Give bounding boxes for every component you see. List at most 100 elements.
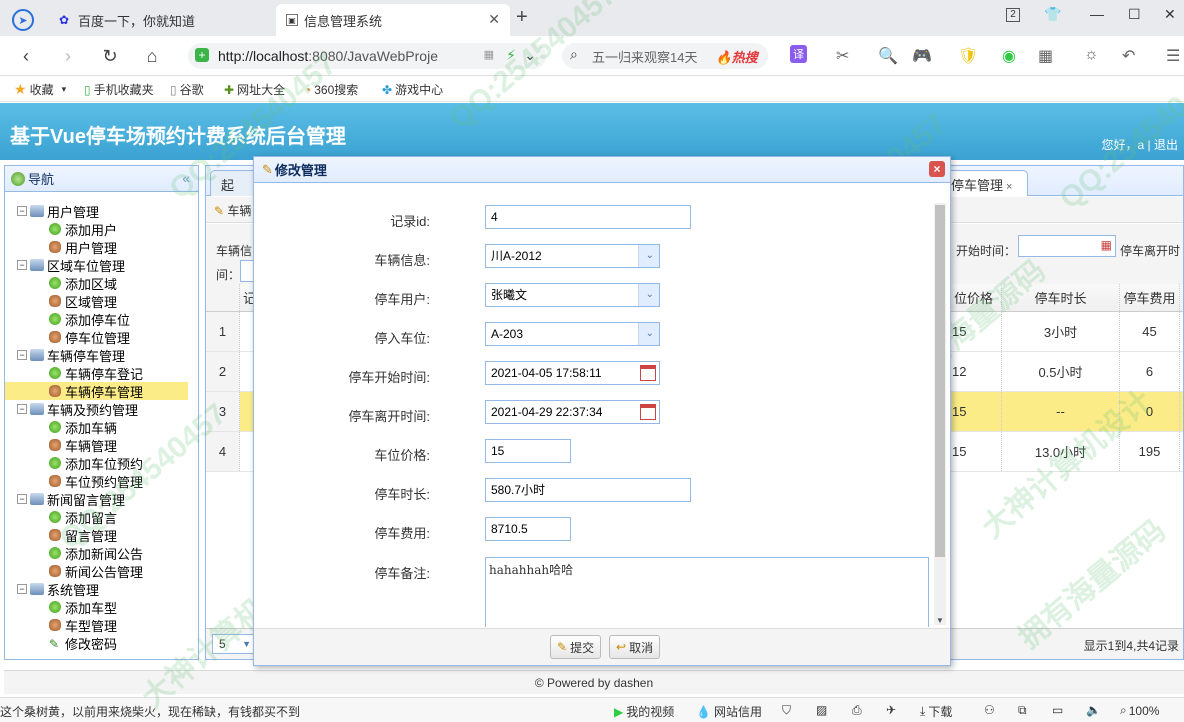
bookmark-item[interactable]: ✚ 网址大全 [224, 81, 285, 98]
collapse-toggle-icon[interactable]: − [17, 584, 27, 594]
nav-item[interactable]: 添加车型 [5, 598, 198, 616]
nav-group[interactable]: − 系统管理 [5, 580, 198, 598]
dialog-scrollbar[interactable]: ▼ [934, 203, 946, 625]
back-icon[interactable]: ‹ [14, 44, 38, 68]
network-icon[interactable]: ⚇ [984, 703, 995, 717]
nav-item[interactable]: 车辆管理 [5, 436, 198, 454]
tab-counter-button[interactable]: 2 [1006, 8, 1020, 22]
column-header[interactable]: 停车时长 [1002, 284, 1120, 311]
browser-tab-baidu[interactable]: ✿ 百度一下，你就知道 [46, 4, 274, 36]
forward-icon[interactable]: › [56, 44, 80, 68]
price-input[interactable]: 15 [485, 439, 571, 463]
submit-button[interactable]: ✎ 提交 [550, 635, 602, 659]
welcome-logout-link[interactable]: 您好，a | 退出 [1102, 136, 1178, 153]
bookmark-item[interactable]: ★ 收藏 ▾ [14, 81, 66, 98]
menu-icon[interactable]: ☰ [1166, 46, 1180, 66]
browser-tab-info[interactable]: ▣ 信息管理系统 ✕ [276, 4, 510, 36]
window-icon[interactable]: ▭ [1052, 703, 1063, 717]
collapse-toggle-icon[interactable]: − [17, 206, 27, 216]
bookmark-item[interactable]: ▯ 谷歌 [170, 81, 204, 98]
scroll-down-icon[interactable]: ▼ [936, 616, 944, 625]
tab-parking-management[interactable]: 停车管理 × [944, 170, 1028, 196]
wechat-icon[interactable]: ◉ [1002, 46, 1016, 66]
nav-item[interactable]: 车型管理 [5, 616, 198, 634]
scissors-icon[interactable]: ✂ [836, 46, 849, 66]
bookmark-item[interactable]: ◔ 360搜索 [304, 81, 358, 98]
sound-icon[interactable]: 🔈 [1086, 703, 1101, 717]
nav-group[interactable]: − 用户管理 [5, 202, 198, 220]
nav-item[interactable]: 新闻公告管理 [5, 562, 198, 580]
nav-item[interactable]: 添加区域 [5, 274, 198, 292]
reload-icon[interactable]: ↻ [98, 44, 122, 68]
page-size-select[interactable]: 5 ▼ [212, 634, 256, 654]
space-select[interactable]: A-203 ⌄ [485, 322, 660, 346]
nav-item[interactable]: 添加新闻公告 [5, 544, 198, 562]
nav-item[interactable]: 添加车位预约 [5, 454, 198, 472]
nav-item[interactable]: 添加停车位 [5, 310, 198, 328]
site-trust-button[interactable]: 💧 网站信用 [696, 703, 762, 720]
image-icon[interactable]: ▨ [816, 703, 827, 717]
shirt-icon[interactable]: 👕 [1044, 6, 1061, 23]
toolbar-edit-button[interactable]: ✎ 车辆 [214, 202, 251, 219]
calendar-icon[interactable]: ▦ [1101, 238, 1112, 252]
nav-item[interactable]: ✎ 修改密码 [5, 634, 198, 652]
nav-item[interactable]: 车辆停车管理 [5, 382, 188, 400]
chevron-down-icon[interactable]: ⌄ [524, 47, 536, 64]
screenshot-icon[interactable]: ⧉ [1018, 703, 1027, 718]
bolt-icon[interactable]: ⚡ [506, 47, 516, 64]
shield-status-icon[interactable]: ⛉ [782, 703, 791, 718]
close-icon[interactable]: ✕ [488, 11, 500, 28]
nav-item[interactable]: 添加车辆 [5, 418, 198, 436]
collapse-toggle-icon[interactable]: − [17, 350, 27, 360]
brightness-icon[interactable]: ☼ [1084, 46, 1099, 64]
new-tab-button[interactable]: + [516, 6, 528, 29]
nav-item[interactable]: 车辆停车登记 [5, 364, 198, 382]
search-input[interactable]: ⌕ 五一归来观察14天 🔥热搜 [562, 43, 768, 69]
magnifier-icon[interactable]: 🔍 [878, 46, 898, 66]
shield-icon[interactable]: 🛡 [958, 46, 978, 66]
translate-icon[interactable]: 译 [790, 45, 807, 63]
collapse-toggle-icon[interactable]: − [17, 494, 27, 504]
bookmark-item[interactable]: ✤ 游戏中心 [382, 81, 443, 98]
duration-input[interactable]: 580.7小时 [485, 478, 691, 502]
nav-item[interactable]: 区域管理 [5, 292, 198, 310]
vehicle-select[interactable]: 川A-2012 ⌄ [485, 244, 660, 268]
window-close-icon[interactable]: ✕ [1164, 6, 1176, 23]
column-header[interactable]: 停车费用 [1120, 284, 1180, 311]
download-button[interactable]: ⤓ 下载 [920, 703, 952, 720]
nav-group[interactable]: − 区域车位管理 [5, 256, 198, 274]
nav-item[interactable]: 添加用户 [5, 220, 198, 238]
my-video-button[interactable]: ▶ 我的视频 [614, 703, 674, 720]
filter-start-input[interactable]: ▦ [1018, 235, 1116, 257]
qr-icon[interactable]: ▦ [484, 48, 494, 61]
undo-icon[interactable]: ↶ [1122, 46, 1135, 66]
dialog-close-button[interactable]: × [929, 161, 945, 177]
rocket-icon[interactable]: ✈ [886, 703, 896, 717]
start-time-input[interactable]: 2021-04-05 17:58:11 [485, 361, 660, 385]
note-textarea[interactable]: hahahhah哈哈 [485, 557, 929, 627]
collapse-icon[interactable]: « [182, 170, 190, 186]
home-icon[interactable]: ⌂ [140, 44, 164, 68]
close-icon[interactable]: × [1006, 181, 1012, 193]
hot-search-badge[interactable]: 🔥热搜 [715, 47, 757, 66]
zoom-control[interactable]: ⌕ 100% [1120, 703, 1159, 718]
print-icon[interactable]: ⎙ [852, 703, 862, 718]
nav-group[interactable]: − 车辆停车管理 [5, 346, 198, 364]
nav-item[interactable]: 停车位管理 [5, 328, 198, 346]
collapse-toggle-icon[interactable]: − [17, 404, 27, 414]
minimize-icon[interactable]: — [1090, 6, 1104, 22]
nav-group[interactable]: − 新闻留言管理 [5, 490, 198, 508]
fee-input[interactable]: 8710.5 [485, 517, 571, 541]
user-select[interactable]: 张曦文 ⌄ [485, 283, 660, 307]
cancel-button[interactable]: ↩ 取消 [609, 635, 661, 659]
collapse-toggle-icon[interactable]: − [17, 260, 27, 270]
url-input[interactable]: + http://localhost:8080/JavaWebProje ▦ ⚡… [188, 43, 546, 69]
calendar-icon[interactable] [640, 365, 656, 381]
apps-grid-icon[interactable]: ▦ [1038, 46, 1053, 66]
column-header[interactable]: 位价格 [946, 284, 1002, 311]
scrollbar-thumb[interactable] [935, 205, 945, 557]
bookmark-item[interactable]: ▯ 手机收藏夹 [84, 81, 154, 98]
nav-item[interactable]: 留言管理 [5, 526, 198, 544]
record-id-input[interactable]: 4 [485, 205, 691, 229]
end-time-input[interactable]: 2021-04-29 22:37:34 [485, 400, 660, 424]
